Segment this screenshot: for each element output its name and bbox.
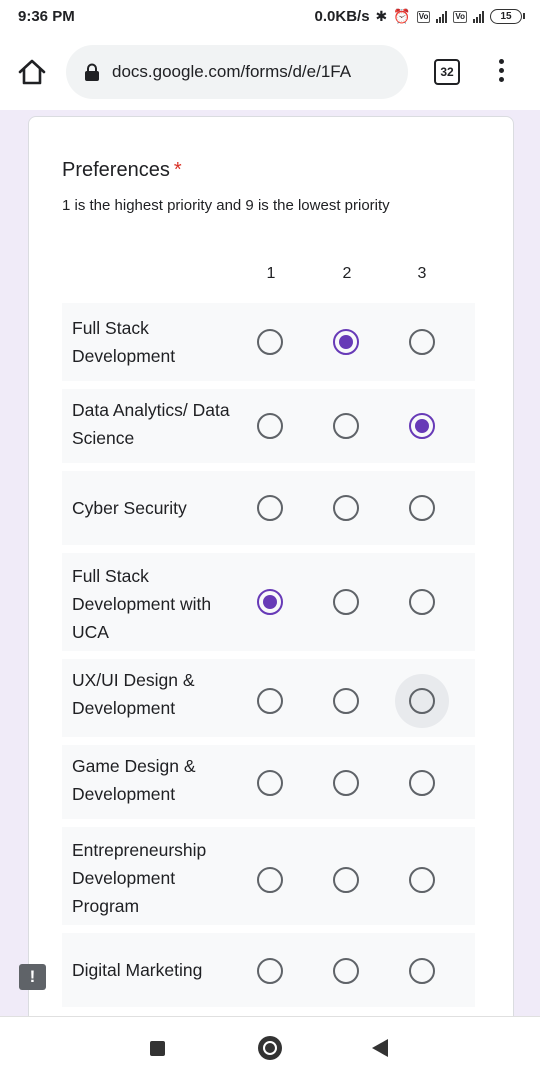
form-page: Preferences * 1 is the highest priority a… — [0, 110, 540, 1016]
home-icon[interactable] — [14, 54, 50, 90]
net-speed: 0.0KB/s — [314, 8, 370, 25]
radio-row7-col3[interactable] — [409, 867, 435, 893]
browser-toolbar: docs.google.com/forms/d/e/1FA 32 — [0, 34, 540, 110]
question-description: 1 is the highest priority and 9 is the l… — [62, 197, 390, 214]
row-label: UX/UI Design & Development — [72, 670, 195, 718]
radio-row3-col1[interactable] — [257, 495, 283, 521]
system-nav-bar — [0, 1016, 540, 1081]
question-card: Preferences * 1 is the highest priority a… — [28, 116, 514, 1016]
grid-row: Game Design & Development — [62, 745, 475, 819]
tab-switcher-button[interactable]: 32 — [434, 59, 460, 85]
row-label: Digital Marketing — [72, 960, 203, 980]
grid-row: Full Stack Development with UCA — [62, 553, 475, 651]
radio-row7-col2[interactable] — [333, 867, 359, 893]
more-options-icon[interactable] — [492, 56, 510, 92]
signal-icon — [436, 10, 448, 23]
radio-row7-col1[interactable] — [257, 867, 283, 893]
radio-row2-col1[interactable] — [257, 413, 283, 439]
volte-icon-2: Vo — [453, 10, 467, 23]
url-bar[interactable]: docs.google.com/forms/d/e/1FA — [66, 45, 408, 99]
question-title-text: Preferences — [62, 159, 170, 181]
row-label: Full Stack Development with UCA — [72, 566, 212, 642]
radio-row6-col3[interactable] — [409, 770, 435, 796]
grid-row: Cyber Security — [62, 471, 475, 545]
status-indicators: 0.0KB/s ✱ ⏰ Vo Vo 15 — [314, 8, 525, 25]
column-header-3: 3 — [417, 265, 427, 282]
radio-row4-col3[interactable] — [409, 589, 435, 615]
radio-row6-col2[interactable] — [333, 770, 359, 796]
radio-row5-col2[interactable] — [333, 688, 359, 714]
radio-row5-col1[interactable] — [257, 688, 283, 714]
required-asterisk: * — [173, 159, 182, 181]
radio-row2-col3[interactable] — [409, 413, 435, 439]
column-header-2: 2 — [342, 265, 352, 282]
radio-row6-col1[interactable] — [257, 770, 283, 796]
radio-row1-col1[interactable] — [257, 329, 283, 355]
radio-row1-col3[interactable] — [409, 329, 435, 355]
back-button[interactable] — [372, 1039, 388, 1057]
grid-row: Entrepreneurship Development Program — [62, 827, 475, 925]
radio-row1-col2[interactable] — [333, 329, 359, 355]
recents-button[interactable] — [150, 1041, 165, 1056]
grid-row: Digital Marketing — [62, 933, 475, 1007]
row-label: Data Analytics/ Data Science — [72, 400, 230, 448]
volte-icon: Vo — [416, 10, 431, 23]
signal-icon-2 — [473, 10, 484, 23]
radio-row4-col2[interactable] — [333, 589, 359, 615]
radio-row8-col3[interactable] — [409, 958, 435, 984]
grid-row: Full Stack Development — [62, 303, 475, 381]
radio-row3-col3[interactable] — [409, 495, 435, 521]
row-label: Entrepreneurship Development Program — [72, 840, 207, 916]
row-label: Full Stack Development — [72, 318, 176, 366]
grid-row: UX/UI Design & Development — [62, 659, 475, 737]
column-header-1: 1 — [266, 265, 276, 282]
url-text[interactable]: docs.google.com/forms/d/e/1FA — [112, 62, 351, 82]
row-label: Game Design & Development — [72, 756, 196, 804]
lock-icon — [85, 63, 99, 81]
home-button[interactable] — [258, 1036, 282, 1060]
radio-row2-col2[interactable] — [333, 413, 359, 439]
radio-row8-col1[interactable] — [257, 958, 283, 984]
status-bar: 9:36 PM 0.0KB/s ✱ ⏰ Vo Vo 15 — [0, 0, 540, 34]
grid-row: Data Analytics/ Data Science — [62, 389, 475, 463]
alarm-icon: ⏰ — [393, 8, 411, 24]
radio-row3-col2[interactable] — [333, 495, 359, 521]
bluetooth-icon: ✱ — [375, 8, 388, 24]
row-label: Cyber Security — [72, 498, 187, 518]
report-feedback-icon[interactable]: ! — [19, 964, 46, 990]
radio-row4-col1[interactable] — [257, 589, 283, 615]
status-time: 9:36 PM — [18, 8, 75, 25]
battery-icon: 15 — [490, 9, 525, 24]
question-title: Preferences * — [62, 159, 182, 182]
radio-row8-col2[interactable] — [333, 958, 359, 984]
radio-row5-col3[interactable] — [409, 688, 435, 714]
